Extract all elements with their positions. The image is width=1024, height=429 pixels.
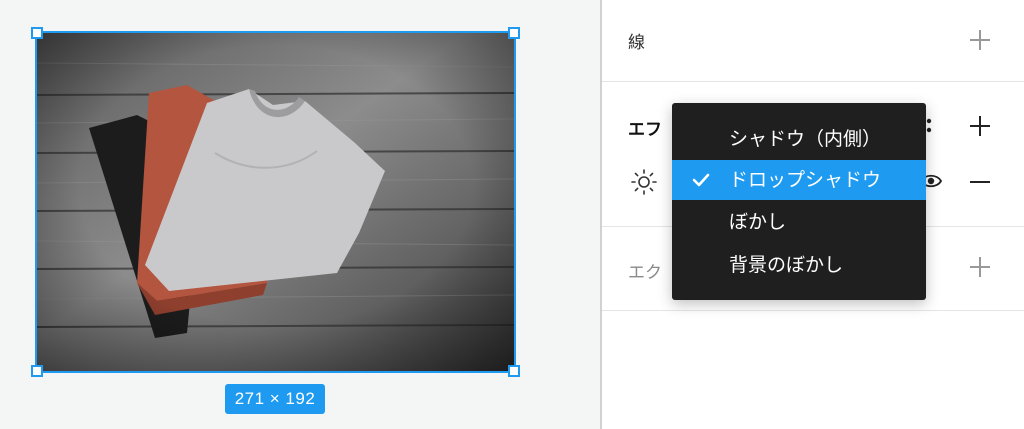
menu-item-inner-shadow[interactable]: シャドウ（内側） [672,119,926,159]
menu-item-label: 背景のぼかし [729,254,844,276]
resize-handle-top-right[interactable] [508,27,520,39]
dimension-badge: 271 × 192 [225,384,325,414]
resize-handle-bottom-right[interactable] [508,365,520,377]
section-divider [602,81,1024,82]
check-icon [692,173,710,187]
tshirt-photo [37,33,514,371]
menu-item-label: ぼかし [729,211,787,233]
menu-item-label: シャドウ（内側） [729,128,882,150]
menu-item-background-blur[interactable]: 背景のぼかし [672,245,926,285]
export-section-label: エク [628,263,662,283]
add-stroke-plus-icon[interactable] [970,30,990,50]
menu-item-label: ドロップシャドウ [729,169,882,191]
add-export-plus-icon[interactable] [970,257,990,277]
selected-image[interactable] [35,31,516,373]
resize-handle-top-left[interactable] [31,27,43,39]
remove-effect-minus-icon[interactable] [970,181,990,183]
menu-item-drop-shadow[interactable]: ドロップシャドウ [672,160,926,200]
add-effect-plus-icon[interactable] [970,116,990,136]
canvas-area[interactable]: 271 × 192 [0,0,600,429]
menu-item-blur[interactable]: ぼかし [672,202,926,242]
section-divider [602,310,1024,311]
resize-handle-bottom-left[interactable] [31,365,43,377]
effect-type-dropdown[interactable]: シャドウ（内側） ドロップシャドウ ぼかし 背景のぼかし [672,103,926,300]
effects-section-label: エフ [628,120,662,140]
stroke-section-label: 線 [628,33,645,53]
sun-icon[interactable] [630,168,658,196]
